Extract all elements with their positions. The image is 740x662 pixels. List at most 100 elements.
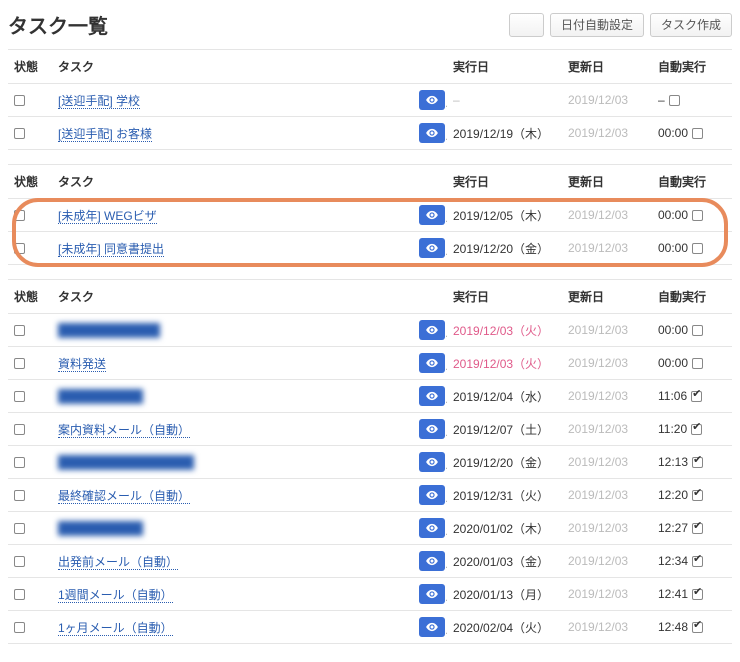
task-link[interactable]: ████████████ bbox=[58, 323, 160, 338]
view-button[interactable] bbox=[419, 419, 445, 439]
task-link[interactable]: ██████████ bbox=[58, 521, 143, 536]
table-row: ████████████████2019/12/20（金）2019/12/031… bbox=[8, 446, 732, 479]
updated-date: 2019/12/03 bbox=[562, 84, 652, 117]
auto-exec-cell: 11:06 bbox=[652, 380, 732, 413]
auto-exec-cell: 00:00 bbox=[652, 199, 732, 232]
view-button[interactable] bbox=[419, 90, 445, 110]
table-row: 最終確認メール（自動）2019/12/31（火）2019/12/0312:20 bbox=[8, 479, 732, 512]
table-row: [送迎手配] 学校–2019/12/03– bbox=[8, 84, 732, 117]
status-checkbox[interactable] bbox=[14, 457, 25, 468]
auto-date-button[interactable]: 日付自動設定 bbox=[550, 13, 644, 37]
status-checkbox[interactable] bbox=[14, 243, 25, 254]
status-checkbox[interactable] bbox=[14, 523, 25, 534]
view-button[interactable] bbox=[419, 617, 445, 637]
table-row: 資料発送 2019/12/03（火）2019/12/0300:00 bbox=[8, 347, 732, 380]
task-header: タスク bbox=[52, 50, 413, 84]
blurred-text bbox=[520, 18, 533, 32]
updated-date: 2019/12/03 bbox=[562, 380, 652, 413]
task-link[interactable]: [未成年] 同意書提出 bbox=[58, 242, 164, 257]
auto-exec-checkbox[interactable] bbox=[692, 210, 703, 221]
auto-header: 自動実行 bbox=[652, 165, 732, 199]
view-button[interactable] bbox=[419, 551, 445, 571]
view-button[interactable] bbox=[419, 518, 445, 538]
status-checkbox[interactable] bbox=[14, 325, 25, 336]
table-row: ██████████2019/12/04（水）2019/12/0311:06 bbox=[8, 380, 732, 413]
task-table: 状態タスク実行日更新日自動実行[送迎手配] 学校–2019/12/03–[送迎手… bbox=[8, 49, 732, 150]
eye-icon bbox=[425, 620, 439, 634]
table-row: 出発前メール（自動）2020/01/03（金）2019/12/0312:34 bbox=[8, 545, 732, 578]
auto-exec-checkbox[interactable] bbox=[692, 523, 703, 534]
eye-icon bbox=[425, 389, 439, 403]
auto-header: 自動実行 bbox=[652, 280, 732, 314]
eye-icon bbox=[425, 521, 439, 535]
task-link[interactable]: 資料発送 bbox=[58, 357, 106, 372]
status-checkbox[interactable] bbox=[14, 358, 25, 369]
view-button[interactable] bbox=[419, 205, 445, 225]
status-checkbox[interactable] bbox=[14, 556, 25, 567]
exec-date: 2020/01/13（月） bbox=[447, 578, 562, 611]
auto-exec-cell: 11:20 bbox=[652, 413, 732, 446]
auto-exec-cell: 12:48 bbox=[652, 611, 732, 644]
auto-exec-checkbox[interactable] bbox=[692, 243, 703, 254]
eye-icon bbox=[425, 455, 439, 469]
auto-exec-checkbox[interactable] bbox=[692, 128, 703, 139]
table-row: 1週間メール（自動）2020/01/13（月）2019/12/0312:41 bbox=[8, 578, 732, 611]
updated-date: 2019/12/03 bbox=[562, 232, 652, 265]
table-row: [未成年] WEGビザ2019/12/05（木）2019/12/0300:00 bbox=[8, 199, 732, 232]
task-link[interactable]: ████████████████ bbox=[58, 455, 194, 470]
task-link[interactable]: [送迎手配] 学校 bbox=[58, 94, 140, 109]
auto-exec-checkbox[interactable] bbox=[692, 490, 703, 501]
exec-date: 2019/12/20（金） bbox=[447, 446, 562, 479]
task-link[interactable]: 1ヶ月メール（自動） bbox=[58, 621, 173, 636]
task-link[interactable]: 出発前メール（自動） bbox=[58, 555, 178, 570]
task-link[interactable]: 最終確認メール（自動） bbox=[58, 489, 190, 504]
view-button[interactable] bbox=[419, 238, 445, 258]
auto-exec-checkbox[interactable] bbox=[691, 424, 702, 435]
updated-date: 2019/12/03 bbox=[562, 479, 652, 512]
auto-exec-checkbox[interactable] bbox=[692, 358, 703, 369]
view-button[interactable] bbox=[419, 123, 445, 143]
auto-exec-checkbox[interactable] bbox=[692, 589, 703, 600]
auto-exec-checkbox[interactable] bbox=[692, 457, 703, 468]
status-header: 状態 bbox=[8, 50, 52, 84]
auto-exec-cell: 00:00 bbox=[652, 347, 732, 380]
view-button[interactable] bbox=[419, 584, 445, 604]
status-checkbox[interactable] bbox=[14, 589, 25, 600]
view-button[interactable] bbox=[419, 386, 445, 406]
auto-header: 自動実行 bbox=[652, 50, 732, 84]
eye-icon bbox=[425, 208, 439, 222]
auto-exec-checkbox[interactable] bbox=[691, 391, 702, 402]
status-header: 状態 bbox=[8, 280, 52, 314]
status-checkbox[interactable] bbox=[14, 391, 25, 402]
task-link[interactable]: [送迎手配] お客様 bbox=[58, 127, 152, 142]
view-button[interactable] bbox=[419, 353, 445, 373]
status-checkbox[interactable] bbox=[14, 490, 25, 501]
auto-exec-checkbox[interactable] bbox=[692, 622, 703, 633]
task-link[interactable]: 1週間メール（自動） bbox=[58, 588, 173, 603]
status-checkbox[interactable] bbox=[14, 95, 25, 106]
auto-exec-checkbox[interactable] bbox=[692, 556, 703, 567]
task-link[interactable]: ██████████ bbox=[58, 389, 143, 404]
auto-exec-checkbox[interactable] bbox=[669, 95, 680, 106]
updated-date: 2019/12/03 bbox=[562, 347, 652, 380]
header-button-blurred[interactable] bbox=[509, 13, 544, 37]
create-task-button[interactable]: タスク作成 bbox=[650, 13, 732, 37]
task-link[interactable]: [未成年] WEGビザ bbox=[58, 209, 157, 224]
updated-header: 更新日 bbox=[562, 50, 652, 84]
auto-exec-checkbox[interactable] bbox=[692, 325, 703, 336]
view-button[interactable] bbox=[419, 320, 445, 340]
status-checkbox[interactable] bbox=[14, 128, 25, 139]
task-link[interactable]: 案内資料メール（自動） bbox=[58, 423, 190, 438]
view-button[interactable] bbox=[419, 452, 445, 472]
auto-exec-cell: 12:34 bbox=[652, 545, 732, 578]
status-checkbox[interactable] bbox=[14, 622, 25, 633]
view-button[interactable] bbox=[419, 485, 445, 505]
exec-date: – bbox=[447, 84, 562, 117]
exec-date: 2019/12/03（火） bbox=[447, 314, 562, 347]
exec-date: 2019/12/05（木） bbox=[447, 199, 562, 232]
updated-date: 2019/12/03 bbox=[562, 545, 652, 578]
table-row: ██████████2020/01/02（木）2019/12/0312:27 bbox=[8, 512, 732, 545]
exec-date: 2019/12/03（火） bbox=[447, 347, 562, 380]
status-checkbox[interactable] bbox=[14, 210, 25, 221]
status-checkbox[interactable] bbox=[14, 424, 25, 435]
